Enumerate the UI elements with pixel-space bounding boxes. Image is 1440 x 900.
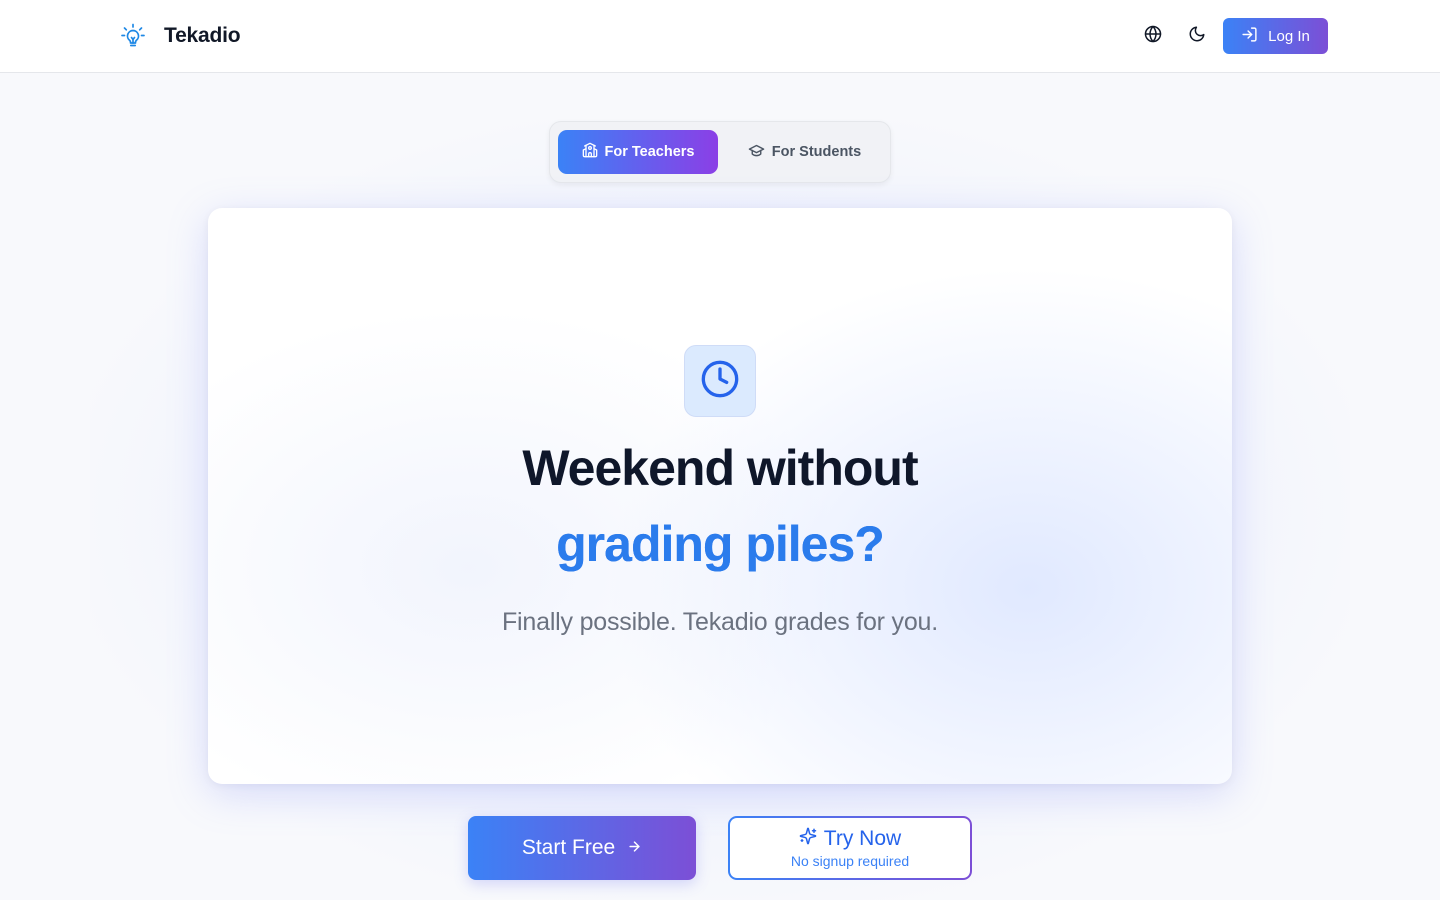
login-button[interactable]: Log In [1223,18,1328,54]
headline-line-2: grading piles? [208,512,1232,576]
tab-for-students[interactable]: For Students [726,130,883,174]
language-button[interactable] [1139,22,1167,50]
login-label: Log In [1268,27,1310,45]
clock-icon [700,359,740,404]
tab-for-teachers[interactable]: For Teachers [558,130,718,174]
sparkles-icon [799,827,817,851]
headline-line-1: Weekend without [522,440,918,496]
brand-name: Tekadio [164,24,241,47]
globe-icon [1144,25,1162,48]
moon-icon [1188,25,1206,48]
theme-toggle-button[interactable] [1183,22,1211,50]
tab-label: For Teachers [604,144,695,160]
try-now-button[interactable]: Try Now No signup required [728,816,972,880]
log-in-icon [1241,26,1258,47]
arrow-right-icon [627,836,642,860]
lightbulb-icon [118,21,148,51]
try-now-label: Try Now [823,827,902,850]
try-now-sublabel: No signup required [790,853,910,869]
audience-tabs: For Teachers For Students [549,121,891,183]
graduation-cap-icon [748,142,765,163]
brand[interactable]: Tekadio [118,18,241,54]
tab-label: For Students [771,144,862,160]
hero-card: Weekend without grading piles? Finally p… [208,208,1232,784]
hero-subheadline: Finally possible. Tekadio grades for you… [501,608,939,636]
top-nav: Tekadio Log In [0,0,1440,73]
school-icon [582,142,598,162]
hero-headline: Weekend without grading piles? [208,436,1232,576]
hero-icon-tile [684,345,756,417]
start-free-label: Start Free [521,836,616,859]
start-free-button[interactable]: Start Free [468,816,696,880]
